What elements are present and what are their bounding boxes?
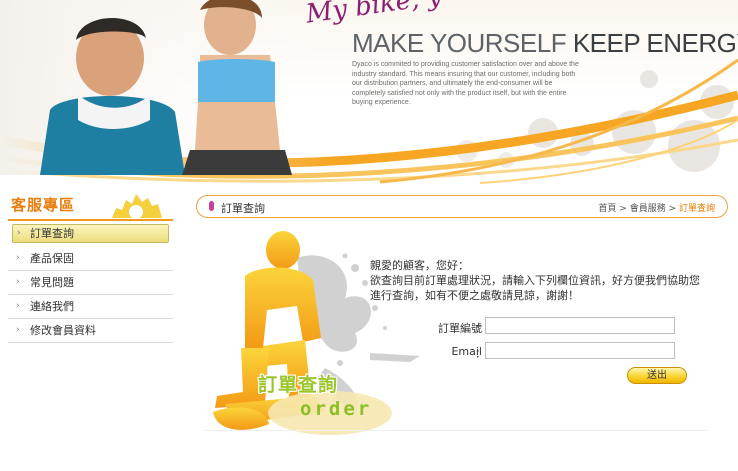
sidebar-item-faq[interactable]: › 常見問題 bbox=[8, 271, 173, 295]
submit-button[interactable]: 送出 bbox=[627, 367, 687, 384]
headline-light-text: MAKE YOURSELF bbox=[352, 28, 573, 58]
greeting-line: 親愛的顧客，您好： bbox=[370, 259, 469, 272]
sidebar-item-label: 連絡我們 bbox=[30, 300, 74, 313]
chevron-right-icon: › bbox=[16, 325, 20, 335]
divider bbox=[205, 430, 708, 431]
sidebar-header: 客服專區 bbox=[8, 188, 173, 221]
illustration-title: 訂單查詢 bbox=[258, 374, 339, 396]
banner-headline: MAKE YOURSELF KEEP ENERGY bbox=[352, 28, 738, 59]
sidebar-item-order-query[interactable]: › 訂單查詢 bbox=[12, 224, 169, 243]
breadcrumb-current: 訂單查詢 bbox=[678, 204, 715, 214]
sidebar-item-warranty[interactable]: › 產品保固 bbox=[8, 247, 173, 271]
email-input[interactable] bbox=[485, 342, 675, 359]
breadcrumb: 首頁 > 會員服務 > 訂單查詢 bbox=[598, 201, 715, 214]
breadcrumb-home-link[interactable]: 首頁 bbox=[598, 204, 616, 214]
header-banner: My bike, y MAKE YOURSELF KEEP ENERGY Dya… bbox=[0, 0, 738, 185]
gear-icon bbox=[112, 194, 162, 218]
sidebar: 客服專區 › 訂單查詢 › 產品保固 › 常見問題 › 連絡我們 › 修改會員資料 bbox=[8, 188, 173, 343]
sidebar-menu: › 訂單查詢 › 產品保固 › 常見問題 › 連絡我們 › 修改會員資料 bbox=[8, 224, 173, 343]
email-row: Email ： bbox=[370, 342, 680, 362]
chevron-right-icon: › bbox=[16, 301, 20, 311]
sidebar-item-edit-profile[interactable]: › 修改會員資料 bbox=[8, 319, 173, 343]
breadcrumb-member-link[interactable]: 會員服務 bbox=[630, 204, 666, 214]
fitness-people-photo bbox=[0, 0, 330, 175]
greeting-line: 進行查詢，如有不便之處敬請見諒，謝謝！ bbox=[370, 289, 579, 302]
banner-blurb: Dyaco is commited to providing customer … bbox=[352, 61, 579, 107]
chevron-right-icon: › bbox=[16, 253, 20, 263]
sidebar-item-label: 修改會員資料 bbox=[30, 324, 96, 337]
sidebar-title: 客服專區 bbox=[11, 196, 76, 214]
section-title-bar: 訂單查詢 首頁 > 會員服務 > 訂單查詢 bbox=[196, 195, 728, 218]
order-number-row: 訂單編號 ： bbox=[370, 317, 680, 337]
illustration-subtitle: order bbox=[300, 398, 373, 420]
order-number-input[interactable] bbox=[485, 317, 675, 334]
sidebar-item-label: 常見問題 bbox=[30, 276, 74, 289]
sidebar-item-contact[interactable]: › 連絡我們 bbox=[8, 295, 173, 319]
sidebar-item-label: 訂單查詢 bbox=[30, 227, 74, 240]
breadcrumb-separator: > bbox=[665, 204, 679, 214]
breadcrumb-separator: > bbox=[616, 204, 630, 214]
section-title: 訂單查詢 bbox=[221, 202, 265, 215]
greeting-text: 親愛的顧客，您好： 欲查詢目前訂單處理狀況，請輸入下列欄位資訊，好方便我們協助您… bbox=[370, 258, 700, 303]
pin-icon bbox=[209, 201, 214, 211]
sidebar-item-label: 產品保固 bbox=[30, 252, 74, 265]
chevron-right-icon: › bbox=[17, 228, 21, 238]
greeting-line: 欲查詢目前訂單處理狀況，請輸入下列欄位資訊，好方便我們協助您 bbox=[370, 274, 700, 287]
headline-dark-text: KEEP ENERGY bbox=[572, 28, 738, 58]
chevron-right-icon: › bbox=[16, 277, 20, 287]
